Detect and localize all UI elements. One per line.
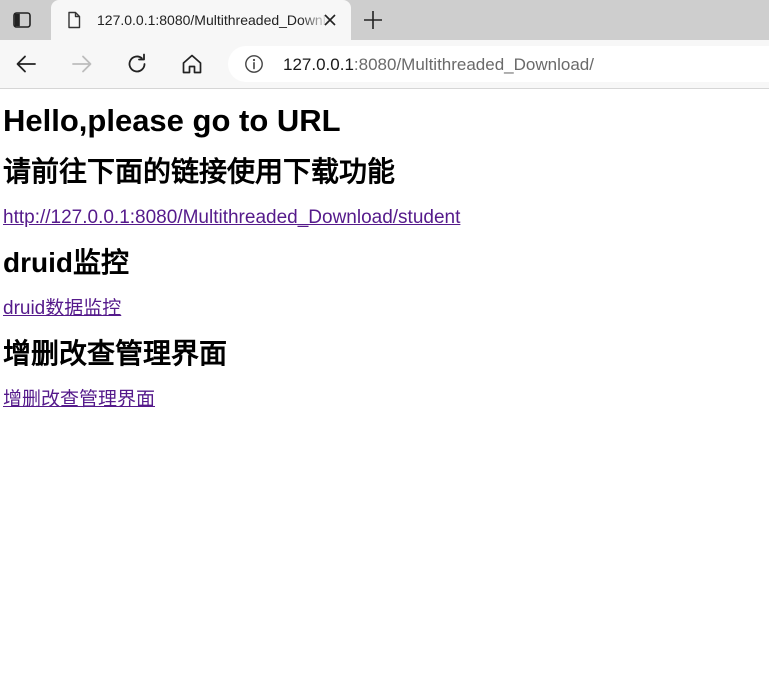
page-content: Hello,please go to URL 请前往下面的链接使用下载功能 ht… [0,102,769,412]
plus-icon[interactable] [362,9,384,31]
crud-heading: 增删改查管理界面 [3,338,228,369]
download-link-paragraph: http://127.0.0.1:8080/Multithreaded_Down… [3,206,766,230]
refresh-icon[interactable] [125,52,149,76]
toolbar: 127.0.0.1:8080/Multithreaded_Download/ [0,40,769,89]
crud-link-paragraph: 增删改查管理界面 [3,388,766,412]
page-icon [65,11,83,29]
back-arrow-icon[interactable] [14,52,38,76]
forward-arrow-icon[interactable] [70,52,94,76]
close-icon[interactable] [321,11,339,29]
tab-title: 127.0.0.1:8080/Multithreaded_Download/ [97,12,329,28]
crud-admin-link[interactable]: 增删改查管理界面 [3,389,155,410]
druid-monitor-link[interactable]: druid数据监控 [3,298,121,319]
download-heading: 请前往下面的链接使用下载功能 [3,156,396,187]
active-tab[interactable]: 127.0.0.1:8080/Multithreaded_Download/ [51,0,351,40]
home-icon[interactable] [180,52,204,76]
url-host: 127.0.0.1 [283,55,354,74]
address-bar[interactable]: 127.0.0.1:8080/Multithreaded_Download/ [228,46,769,82]
page-title: Hello,please go to URL [3,103,341,138]
druid-heading: druid监控 [3,247,129,278]
tab-bar: 127.0.0.1:8080/Multithreaded_Download/ [0,0,769,40]
url-path: :8080/Multithreaded_Download/ [353,55,594,74]
url-text[interactable]: 127.0.0.1:8080/Multithreaded_Download/ [283,55,594,75]
druid-link-paragraph: druid数据监控 [3,297,766,321]
student-download-link[interactable]: http://127.0.0.1:8080/Multithreaded_Down… [3,207,460,228]
sidebar-toggle-icon[interactable] [12,10,32,30]
info-icon[interactable] [244,54,264,74]
